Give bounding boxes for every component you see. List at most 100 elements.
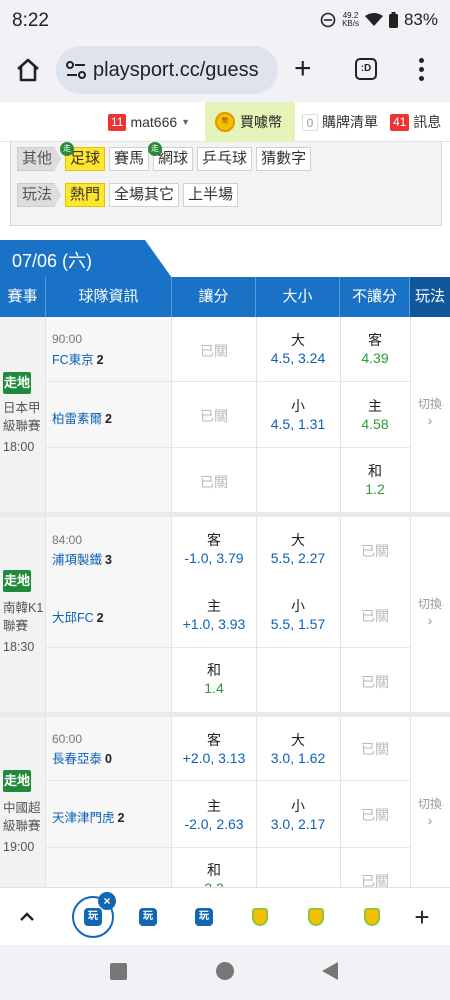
live-badge-icon: 走	[148, 142, 163, 156]
cart-link[interactable]: 0 購牌清單	[302, 102, 378, 142]
chevron-up-icon[interactable]	[12, 902, 42, 932]
play-icon: 玩	[84, 908, 102, 926]
system-nav-bar	[0, 945, 450, 1000]
messages-label: 訊息	[413, 114, 442, 130]
row-divider	[46, 381, 410, 382]
game-row: 走地 日本甲級聯賽 18:00 90:00 FC東京 2 柏雷素爾 2 已關 已關 …	[0, 317, 450, 512]
coin-button[interactable]: 幣 買噱幣	[205, 102, 295, 142]
away-team[interactable]: 長春亞泰 0	[52, 748, 112, 767]
home-spread-odds[interactable]: 主 +1.0, 3.93	[172, 597, 256, 633]
add-icon[interactable]: +	[407, 902, 437, 932]
column-header: 大小	[256, 277, 340, 317]
shield-tab[interactable]	[245, 902, 275, 932]
column-header: 不讓分	[340, 277, 410, 317]
url-bar[interactable]: playsport.cc/guess	[56, 46, 278, 94]
game-info-cell: 走地 中國超級聯賽 19:00	[0, 717, 46, 887]
filter-soccer[interactable]: 走足球	[60, 142, 106, 171]
coin-icon: 幣	[215, 112, 235, 132]
home-nav-icon[interactable]	[216, 962, 234, 980]
filter-full-other[interactable]: 全場其它	[109, 183, 180, 207]
sport-filter-panel: 其他 走足球 賽馬 走網球 乒乓球 猜數字 玩法 熱門 全場其它 上半場	[10, 142, 442, 226]
match-minute: 60:00	[52, 732, 83, 746]
filter-label-other: 其他	[17, 147, 61, 171]
messages-link[interactable]: 41 訊息	[390, 102, 441, 142]
game-time: 19:00	[3, 840, 35, 854]
clock: 8:22	[12, 10, 49, 31]
match-minute: 90:00	[52, 332, 83, 346]
site-settings-icon[interactable]	[66, 61, 86, 79]
tab-switcher-button[interactable]: :D	[355, 58, 377, 80]
sport-filter-row: 其他 走足球 賽馬 走網球 乒乓球 猜數字	[17, 142, 312, 171]
filter-label-play: 玩法	[17, 183, 61, 207]
team-info-cell: 60:00 長春亞泰 0 天津津門虎 2	[46, 717, 172, 887]
home-team[interactable]: 天津津門虎 2	[52, 807, 124, 826]
switch-button[interactable]: 切換 ›	[410, 395, 450, 428]
column-header: 讓分	[172, 277, 256, 317]
home-icon[interactable]	[14, 56, 42, 84]
message-badge: 41	[390, 113, 410, 131]
row-divider	[46, 847, 410, 848]
home-team[interactable]: 柏雷素爾 2	[52, 408, 112, 427]
user-menu[interactable]: 11 mat666 ▼	[108, 102, 190, 142]
chevron-right-icon: ›	[427, 812, 433, 828]
shield-icon	[252, 908, 268, 926]
closed-label: 已關	[200, 408, 228, 424]
draw-odds[interactable]: 和 1.2	[340, 462, 410, 498]
league-name: 中國超級聯賽	[3, 801, 41, 833]
away-spread-odds[interactable]: 客 -1.0, 3.79	[172, 531, 256, 567]
table-header: 賽事 球隊資訊 讓分 大小 不讓分 玩法	[0, 277, 450, 317]
filter-number-guess[interactable]: 猜數字	[256, 147, 312, 171]
filter-table-tennis[interactable]: 乒乓球	[197, 147, 253, 171]
live-badge: 走地	[3, 570, 31, 592]
status-icons: 49.2 KB/s 83%	[320, 10, 438, 30]
shield-tab[interactable]	[301, 902, 331, 932]
column-header: 球隊資訊	[46, 277, 172, 317]
filter-first-half[interactable]: 上半場	[183, 183, 239, 207]
browser-menu-icon[interactable]	[416, 58, 426, 85]
play-tab[interactable]: 玩	[189, 902, 219, 932]
under-odds[interactable]: 小 5.5, 1.57	[256, 597, 340, 633]
closed-label: 已關	[361, 608, 389, 624]
home-team[interactable]: 大邱FC 2	[52, 607, 104, 626]
wifi-icon	[364, 13, 383, 26]
filter-horse-racing[interactable]: 賽馬	[109, 147, 150, 171]
close-icon[interactable]: ×	[98, 892, 116, 910]
over-odds[interactable]: 大 3.0, 1.62	[256, 731, 340, 767]
recents-icon[interactable]	[110, 963, 127, 980]
away-team[interactable]: FC東京 2	[52, 349, 104, 368]
column-header: 賽事	[0, 277, 46, 317]
live-badge: 走地	[3, 372, 31, 394]
team-info-cell: 90:00 FC東京 2 柏雷素爾 2	[46, 317, 172, 512]
away-spread-odds[interactable]: 客 +2.0, 3.13	[172, 731, 256, 767]
draw-spread-odds[interactable]: 和 1.4	[172, 661, 256, 697]
filter-tennis[interactable]: 走網球	[148, 142, 194, 171]
play-tab[interactable]: 玩	[133, 902, 163, 932]
game-row: 走地 南韓K1聯賽 18:30 84:00 浦項製鐵 3 大邱FC 2 客 -1.0,…	[0, 517, 450, 712]
under-odds[interactable]: 小 4.5, 1.31	[256, 397, 340, 433]
filter-popular[interactable]: 熱門	[65, 183, 106, 207]
switch-button[interactable]: 切換 ›	[410, 795, 450, 828]
back-icon[interactable]	[322, 962, 338, 980]
closed-label: 已關	[361, 741, 389, 757]
home-win-odds[interactable]: 主 4.58	[340, 397, 410, 433]
under-odds[interactable]: 小 3.0, 2.17	[256, 797, 340, 833]
chevron-right-icon: ›	[427, 612, 433, 628]
league-name: 南韓K1聯賽	[3, 601, 44, 633]
game-info-cell: 走地 南韓K1聯賽 18:30	[0, 517, 46, 712]
draw-spread-odds[interactable]: 和2.2	[172, 861, 256, 887]
do-not-disturb-icon	[320, 12, 336, 28]
status-bar: 8:22 49.2 KB/s 83%	[0, 0, 450, 40]
switch-button[interactable]: 切換 ›	[410, 595, 450, 628]
over-odds[interactable]: 大 4.5, 3.24	[256, 331, 340, 367]
new-tab-button[interactable]: +	[294, 54, 312, 84]
play-icon: 玩	[195, 908, 213, 926]
live-badge-icon: 走	[60, 142, 74, 156]
over-odds[interactable]: 大 5.5, 2.27	[256, 531, 340, 567]
date-tab[interactable]: 07/06 (六)	[0, 240, 172, 278]
away-win-odds[interactable]: 客 4.39	[340, 331, 410, 367]
away-team[interactable]: 浦項製鐵 3	[52, 549, 112, 568]
home-spread-odds[interactable]: 主 -2.0, 2.63	[172, 797, 256, 833]
row-divider	[46, 780, 410, 781]
closed-label: 已關	[361, 807, 389, 823]
shield-tab[interactable]	[357, 902, 387, 932]
